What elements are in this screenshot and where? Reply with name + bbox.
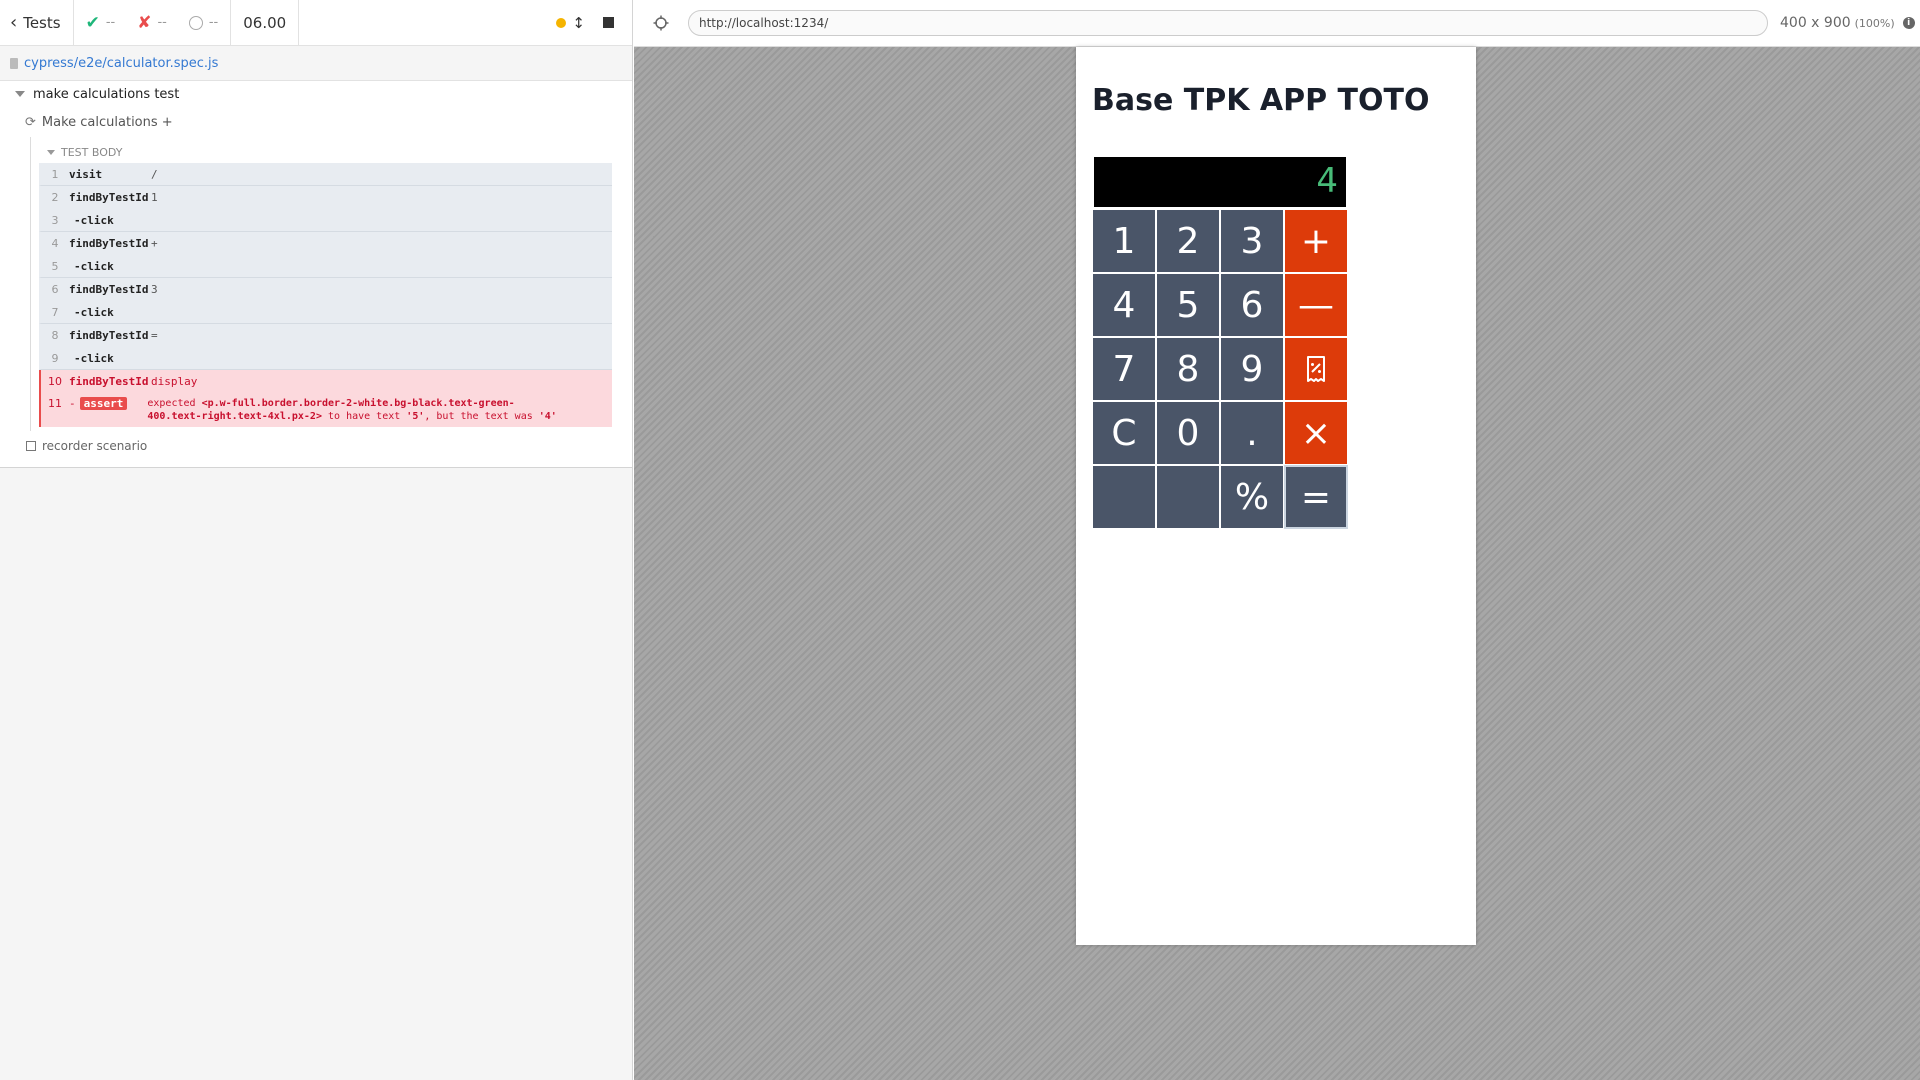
suite-title: make calculations test (33, 86, 180, 102)
reporter-panel: ‹ Tests ✔ -- ✘ -- -- 06.00 ↕ cypress/e2e… (0, 0, 633, 1080)
tests-back-button[interactable]: ‹ Tests (0, 0, 74, 45)
crosshair-icon (653, 15, 669, 31)
key-2[interactable]: 2 (1156, 209, 1220, 273)
key-1[interactable]: 1 (1092, 209, 1156, 273)
key-4[interactable]: 4 (1092, 273, 1156, 337)
recorder-checkbox[interactable] (26, 441, 36, 451)
test-body: TEST BODY 1 visit / 2 findByTestId 1 3 -… (30, 137, 612, 431)
collapse-triangle-icon (15, 91, 25, 97)
running-indicator-icon (556, 17, 567, 28)
key-8[interactable]: 8 (1156, 337, 1220, 401)
test-title: Make calculations + (41, 114, 173, 130)
passed-count: -- (105, 15, 116, 30)
collapse-triangle-icon (47, 149, 55, 155)
selector-playground-button[interactable] (634, 15, 688, 31)
aut-header: http://localhost:1234/ 400 x 900 (100%) … (634, 0, 1920, 47)
assert-dash: - (69, 397, 76, 410)
run-controls: ↕ (556, 0, 632, 45)
assert-row-failed[interactable]: 11 - assert expected <p.w-full.border.bo… (39, 393, 612, 427)
failed-count: -- (157, 15, 167, 30)
passed-stat: ✔ -- (86, 13, 116, 33)
command-row[interactable]: 5 -click (39, 255, 612, 278)
aut-panel: http://localhost:1234/ 400 x 900 (100%) … (634, 0, 1920, 1080)
info-icon[interactable]: i (1902, 17, 1915, 29)
assert-message: expected <p.w-full.border.border-2-white… (147, 398, 557, 422)
key-clear[interactable]: C (1092, 401, 1156, 465)
app-frame: Base TPK APP TOTO 4 1 2 3 + 4 5 6 — 7 8 … (1076, 47, 1476, 945)
key-decimal[interactable]: . (1220, 401, 1284, 465)
stats-bar: ✔ -- ✘ -- -- (74, 0, 232, 45)
stop-button-icon[interactable] (603, 17, 614, 28)
pending-count: -- (208, 15, 219, 30)
pending-stat: -- (188, 15, 219, 30)
spec-path-link[interactable]: cypress/e2e/calculator.spec.js (24, 56, 218, 71)
command-row[interactable]: 4 findByTestId + (39, 232, 612, 255)
refresh-icon: ⟳ (25, 114, 36, 130)
calculator: 4 1 2 3 + 4 5 6 — 7 8 9 C 0 . × % = (1092, 155, 1348, 529)
command-row[interactable]: 8 findByTestId = (39, 324, 612, 347)
key-equals[interactable]: = (1284, 465, 1348, 529)
command-row[interactable]: 7 -click (39, 301, 612, 324)
calculator-display: 4 (1092, 155, 1348, 209)
calculator-keypad: 1 2 3 + 4 5 6 — 7 8 9 C 0 . × % = (1092, 209, 1348, 529)
key-multiply[interactable]: × (1284, 401, 1348, 465)
command-row[interactable]: 9 -click (39, 347, 612, 370)
key-3[interactable]: 3 (1220, 209, 1284, 273)
recorder-scenario-row[interactable]: recorder scenario (0, 431, 632, 461)
runnables: make calculations test ⟳ Make calculatio… (0, 81, 632, 468)
assert-badge: assert (79, 397, 128, 410)
key-6[interactable]: 6 (1220, 273, 1284, 337)
reporter-header: ‹ Tests ✔ -- ✘ -- -- 06.00 ↕ (0, 0, 632, 46)
viewport-size: 400 x 900 (1780, 15, 1851, 31)
command-row[interactable]: 3 -click (39, 209, 612, 232)
duration: 06.00 (231, 0, 300, 45)
file-icon (10, 57, 18, 69)
check-icon: ✔ (85, 12, 100, 33)
viewport-info: 400 x 900 (100%) i (1780, 15, 1915, 31)
auto-scroll-toggle-icon[interactable]: ↕ (572, 14, 585, 32)
key-percent[interactable]: % (1220, 465, 1284, 529)
app-title: Base TPK APP TOTO (1092, 83, 1430, 118)
suite-row[interactable]: make calculations test (0, 81, 632, 107)
viewport-scale: (100%) (1854, 16, 1895, 30)
key-divide[interactable] (1284, 337, 1348, 401)
command-row[interactable]: 2 findByTestId 1 (39, 186, 612, 209)
key-9[interactable]: 9 (1220, 337, 1284, 401)
url-input[interactable]: http://localhost:1234/ (688, 10, 1768, 36)
key-blank-2[interactable] (1156, 465, 1220, 529)
circle-icon (188, 15, 203, 30)
key-minus[interactable]: — (1284, 273, 1348, 337)
failed-stat: ✘ -- (137, 13, 167, 33)
test-row[interactable]: ⟳ Make calculations + (0, 107, 632, 137)
spec-path-bar: cypress/e2e/calculator.spec.js (0, 46, 632, 81)
tests-label: Tests (23, 13, 61, 32)
test-body-label: TEST BODY (61, 145, 123, 159)
x-icon: ✘ (137, 12, 152, 33)
recorder-label: recorder scenario (42, 439, 148, 453)
receipt-percent-icon (1307, 356, 1325, 382)
command-row[interactable]: 6 findByTestId 3 (39, 278, 612, 301)
command-row-failed[interactable]: 10 findByTestId display (39, 370, 612, 393)
key-0[interactable]: 0 (1156, 401, 1220, 465)
command-row[interactable]: 1 visit / (39, 163, 612, 186)
key-plus[interactable]: + (1284, 209, 1348, 273)
key-5[interactable]: 5 (1156, 273, 1220, 337)
test-body-header[interactable]: TEST BODY (39, 141, 612, 163)
chevron-left-icon: ‹ (10, 11, 18, 33)
key-7[interactable]: 7 (1092, 337, 1156, 401)
key-blank-1[interactable] (1092, 465, 1156, 529)
